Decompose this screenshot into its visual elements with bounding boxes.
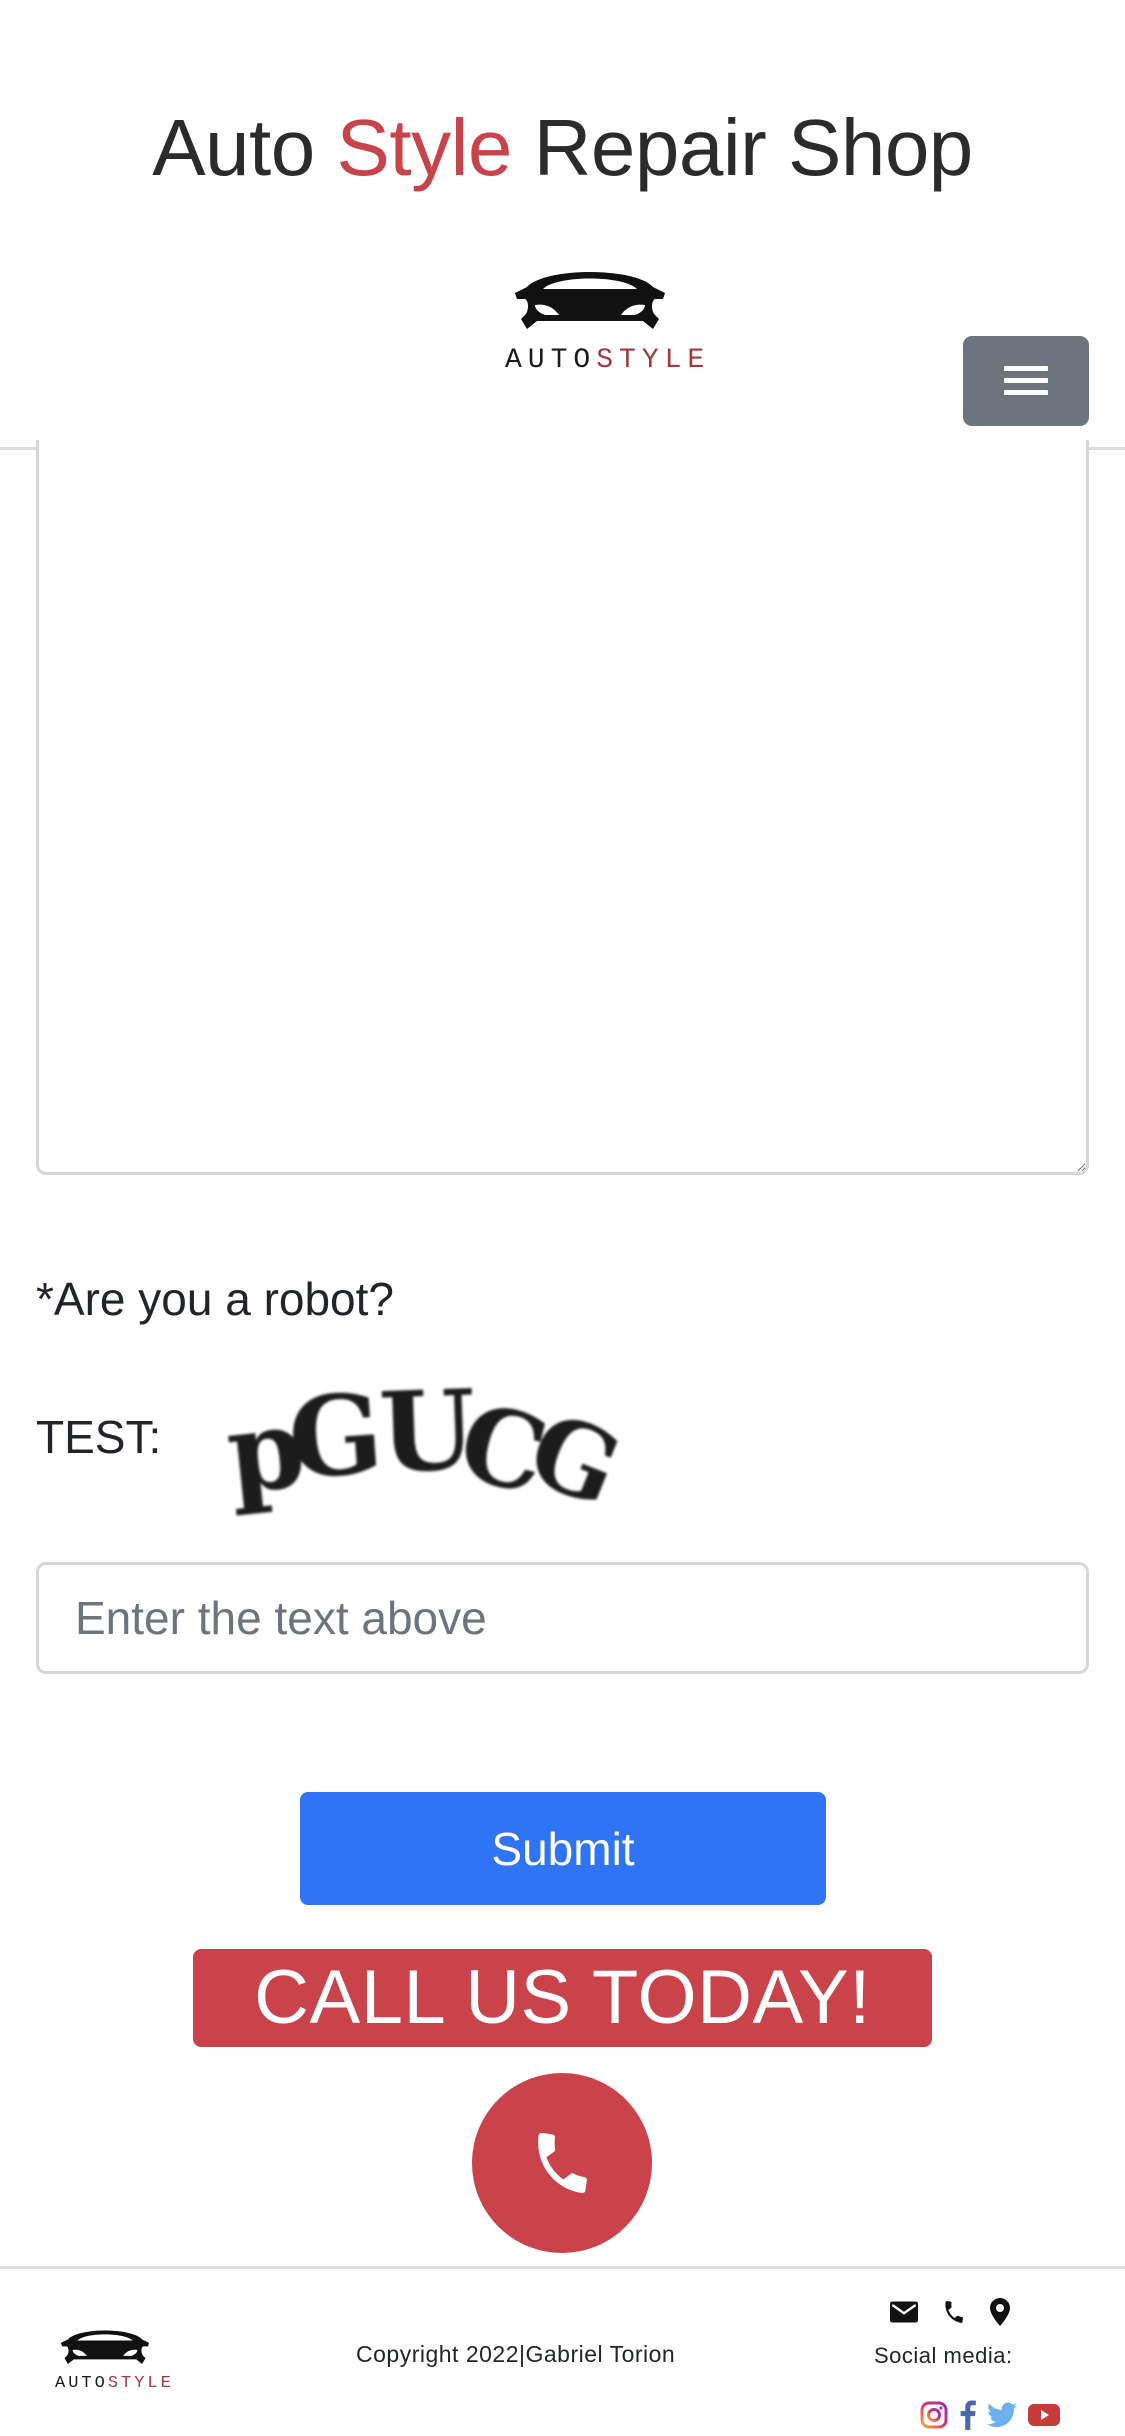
instagram-icon[interactable] bbox=[920, 2401, 948, 2429]
contact-icons bbox=[890, 2295, 1010, 2329]
facebook-icon[interactable] bbox=[959, 2400, 977, 2430]
site-header: Auto Style Repair Shop AUTOSTYLE bbox=[0, 0, 1125, 450]
twitter-icon[interactable] bbox=[987, 2402, 1018, 2428]
captcha-test-label: TEST: bbox=[36, 1411, 162, 1463]
logo-text-auto: AUTO bbox=[505, 345, 597, 376]
captcha-image: p G U C G bbox=[220, 1365, 690, 1530]
captcha-char: G bbox=[284, 1368, 387, 1503]
logo-text-style: STYLE bbox=[596, 345, 711, 376]
title-part2: Repair Shop bbox=[511, 103, 974, 192]
menu-toggle-button[interactable] bbox=[963, 336, 1089, 426]
location-pin-icon[interactable] bbox=[990, 2298, 1010, 2326]
youtube-icon[interactable] bbox=[1027, 2403, 1060, 2427]
social-media-label: Social media: bbox=[874, 2343, 1013, 2368]
title-part1: Auto bbox=[152, 103, 337, 192]
car-logo-icon bbox=[60, 2330, 150, 2365]
footer-logo-text-auto: AUTO bbox=[55, 2374, 108, 2393]
logo-text: AUTOSTYLE bbox=[505, 345, 704, 376]
site-logo[interactable]: AUTOSTYLE bbox=[505, 255, 704, 385]
footer-logo-text: AUTOSTYLE bbox=[55, 2374, 171, 2393]
social-icons bbox=[920, 2399, 1060, 2431]
message-textarea[interactable] bbox=[36, 440, 1089, 1175]
email-icon[interactable] bbox=[890, 2301, 918, 2323]
captcha-answer-input[interactable] bbox=[36, 1562, 1089, 1674]
submit-button[interactable]: Submit bbox=[300, 1792, 826, 1905]
call-button[interactable] bbox=[472, 2073, 652, 2253]
page: Auto Style Repair Shop AUTOSTYLE *Are yo… bbox=[0, 0, 1125, 2436]
phone-icon[interactable] bbox=[941, 2299, 967, 2325]
footer-logo[interactable]: AUTOSTYLE bbox=[55, 2319, 171, 2399]
hamburger-menu-icon bbox=[1004, 366, 1048, 396]
title-accent: Style bbox=[336, 103, 512, 192]
footer-logo-text-style: STYLE bbox=[107, 2374, 174, 2393]
car-logo-icon bbox=[515, 272, 665, 329]
call-us-banner: CALL US TODAY! bbox=[193, 1949, 932, 2047]
copyright-text: Copyright 2022|Gabriel Torion bbox=[356, 2341, 676, 2367]
site-title: Auto Style Repair Shop bbox=[0, 108, 1125, 188]
phone-icon bbox=[538, 2132, 587, 2194]
site-footer: AUTOSTYLE Copyright 2022|Gabriel Torion bbox=[0, 2266, 1125, 2436]
robot-question: *Are you a robot? bbox=[36, 1273, 395, 1325]
